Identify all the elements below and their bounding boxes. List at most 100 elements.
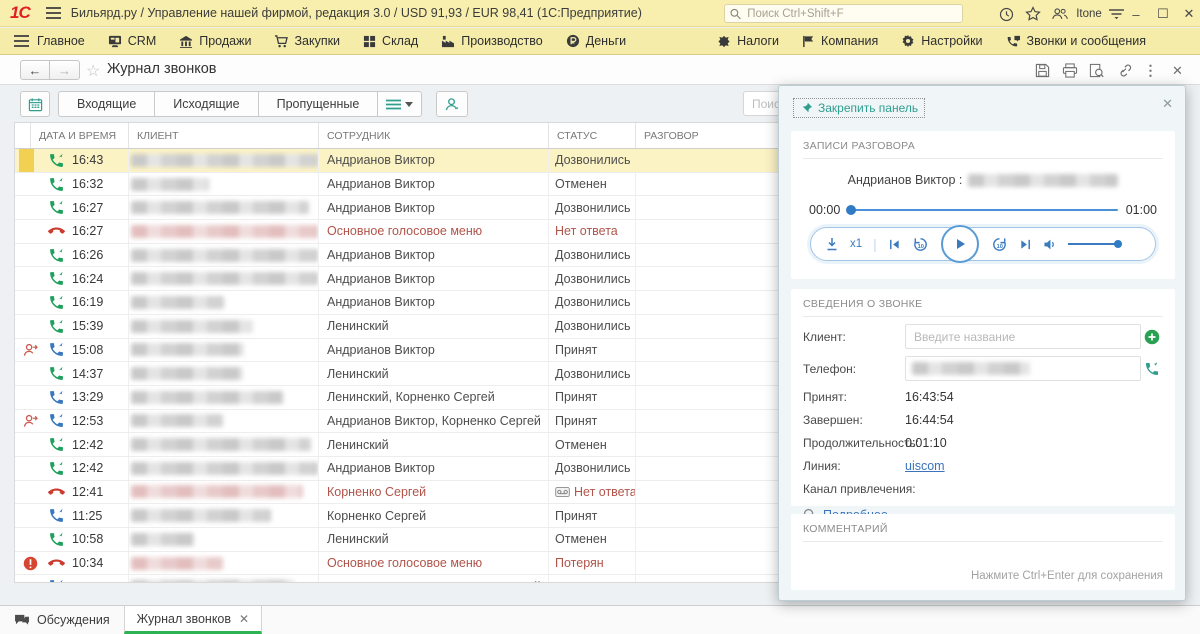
preview-icon[interactable] [1088, 62, 1105, 79]
tab-call-journal[interactable]: Журнал звонков ✕ [124, 606, 262, 634]
back-button[interactable]: ← [20, 60, 50, 80]
finished-label: Завершен: [803, 413, 905, 427]
volume-knob[interactable] [1114, 240, 1122, 248]
client-label: Клиент: [803, 330, 905, 344]
menu-item-settings[interactable]: Настройки [901, 34, 982, 48]
crm-icon [108, 35, 122, 48]
filter-incoming[interactable]: Входящие [58, 91, 154, 117]
table-row[interactable]: 15:08Андрианов ВикторПринят [15, 339, 778, 363]
global-search-input[interactable] [745, 7, 957, 21]
history-icon[interactable] [996, 4, 1016, 24]
taxes-icon [717, 35, 731, 48]
cell-datetime: 11:25 [15, 504, 129, 527]
minimize-icon[interactable]: – [1126, 4, 1146, 24]
menu-item-purchases[interactable]: Закупки [274, 34, 340, 48]
table-row[interactable]: 14:37ЛенинскийДозвонились [15, 362, 778, 386]
table-row[interactable]: 15:39ЛенинскийДозвонились [15, 315, 778, 339]
main-menu-icon[interactable] [46, 7, 61, 19]
table-row[interactable]: 12:42ЛенинскийОтменен [15, 433, 778, 457]
table-row[interactable]: 13:29Ленинский, Корненко СергейПринят [15, 386, 778, 410]
play-button[interactable] [941, 225, 979, 263]
close-window-icon[interactable]: ✕ [1179, 4, 1199, 24]
close-tab-icon[interactable]: ✕ [239, 612, 249, 626]
users-icon[interactable] [1050, 4, 1070, 24]
volume-icon[interactable] [1043, 238, 1057, 251]
filter-list-dropdown[interactable] [377, 91, 422, 117]
cell-talk [636, 315, 778, 338]
download-icon[interactable] [825, 237, 839, 251]
line-link[interactable]: uiscom [905, 459, 945, 473]
client-input[interactable] [912, 329, 1134, 345]
rewind-10-icon[interactable]: 10 [912, 236, 929, 253]
table-row[interactable]: 16:32Андрианов ВикторОтменен [15, 173, 778, 197]
table-row[interactable]: 16:27Основное голосовое менюНет ответа [15, 220, 778, 244]
user-name[interactable]: Itone [1072, 4, 1106, 24]
cell-datetime: 16:32 [15, 173, 129, 196]
link-icon[interactable] [1115, 62, 1132, 79]
menu-item-sales[interactable]: Продажи [179, 34, 251, 48]
menu-item-crm[interactable]: CRM [108, 34, 156, 48]
table-row[interactable]: 10:34Основное голосовое менюПотерян [15, 552, 778, 576]
call-time: 16:27 [72, 224, 103, 238]
pin-panel-button[interactable]: Закрепить панель [793, 98, 925, 118]
table-row[interactable]: 12:53Андрианов Виктор, Корненко СергейПр… [15, 410, 778, 434]
client-field[interactable] [905, 324, 1141, 349]
table-row[interactable]: 10:25Андрианов Виктор, Корненко СергейПр… [15, 575, 778, 583]
skip-forward-icon[interactable] [1019, 238, 1032, 251]
cell-talk [636, 481, 778, 504]
maximize-icon[interactable]: ☐ [1153, 4, 1173, 24]
sections-toggle-icon[interactable] [14, 35, 29, 47]
menu-item-none[interactable]: Главное [37, 34, 85, 48]
table-row[interactable]: 16:26Андрианов ВикторДозвонились [15, 244, 778, 268]
forward-10-icon[interactable]: 10 [991, 236, 1008, 253]
table-row[interactable]: 16:19Андрианов ВикторДозвонились [15, 291, 778, 315]
table-row[interactable]: 12:42Андрианов ВикторДозвонились [15, 457, 778, 481]
menu-item-production[interactable]: Производство [441, 34, 543, 48]
table-row[interactable]: 12:41Корненко СергейНет ответа [15, 481, 778, 505]
global-search[interactable] [724, 4, 963, 23]
table-row[interactable]: 10:58ЛенинскийОтменен [15, 528, 778, 552]
favorite-star-icon[interactable]: ☆ [86, 61, 100, 81]
menu-item-company[interactable]: Компания [802, 34, 878, 48]
forward-button[interactable]: → [50, 60, 80, 80]
pin-icon [800, 102, 813, 115]
add-client-icon[interactable] [1141, 329, 1163, 345]
menu-item-warehouse[interactable]: Склад [363, 34, 418, 48]
filter-missed[interactable]: Пропущенные [258, 91, 378, 117]
filter-outgoing[interactable]: Исходящие [154, 91, 257, 117]
header-talk[interactable]: РАЗГОВОР [636, 123, 778, 148]
menu-item-money[interactable]: Деньги [566, 34, 626, 48]
service-menu-icon[interactable] [1106, 4, 1126, 24]
favorites-star-icon[interactable] [1023, 4, 1043, 24]
cell-status: Отменен [549, 433, 636, 456]
table-row[interactable]: 16:24Андрианов ВикторДозвонились [15, 267, 778, 291]
cell-client [129, 291, 319, 314]
playback-speed[interactable]: x1 [850, 238, 862, 250]
header-employee[interactable]: СОТРУДНИК [319, 123, 549, 148]
more-menu-icon[interactable]: ⋮ [1142, 62, 1159, 79]
menu-item-calls[interactable]: Звонки и сообщения [1006, 34, 1147, 48]
discussions-button[interactable]: Обсуждения [0, 606, 124, 634]
player-seek-bar[interactable] [848, 209, 1117, 211]
employee-filter-button[interactable] [436, 91, 468, 117]
save-icon[interactable] [1034, 62, 1051, 79]
seek-knob[interactable] [846, 205, 856, 215]
volume-slider[interactable] [1068, 243, 1120, 245]
new-client-person-icon [21, 412, 39, 430]
skip-back-icon[interactable] [888, 238, 901, 251]
print-icon[interactable] [1061, 62, 1078, 79]
header-status[interactable]: СТАТУС [549, 123, 636, 148]
close-form-icon[interactable]: ✕ [1169, 62, 1186, 79]
phone-field[interactable] [905, 356, 1141, 381]
call-phone-icon[interactable] [1141, 361, 1163, 377]
header-datetime[interactable]: ДАТА И ВРЕМЯ [31, 123, 129, 148]
comment-card[interactable]: КОММЕНТАРИЙ Нажмите Ctrl+Enter для сохра… [791, 514, 1175, 590]
close-panel-icon[interactable]: ✕ [1162, 96, 1173, 112]
table-row[interactable]: 16:27Андрианов ВикторДозвонились [15, 196, 778, 220]
table-row[interactable]: 11:25Корненко СергейПринят [15, 504, 778, 528]
header-client[interactable]: КЛИЕНТ [129, 123, 319, 148]
period-calendar-button[interactable] [20, 91, 50, 117]
table-row[interactable]: 16:43Андрианов ВикторДозвонились [15, 149, 778, 173]
menu-item-taxes[interactable]: Налоги [717, 34, 779, 48]
call-incoming-icon [47, 530, 65, 548]
